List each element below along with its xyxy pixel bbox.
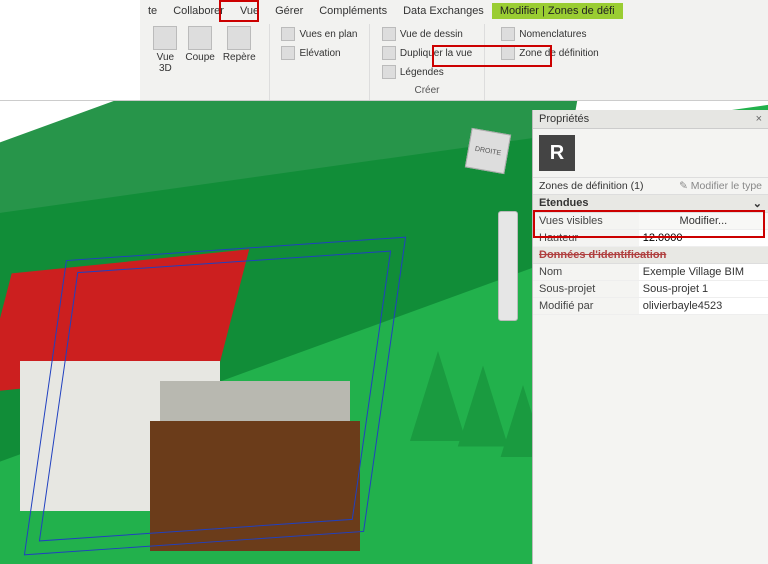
callout-icon — [227, 26, 251, 50]
ribbon: te Collaborer Vue Gérer Compléments Data… — [140, 0, 768, 100]
ribbon-group-label: Créer — [376, 85, 478, 98]
prop-value[interactable]: Exemple Village BIM — [639, 264, 768, 280]
duplicate-icon — [382, 46, 396, 60]
schedule-icon — [501, 27, 515, 41]
legend-icon — [382, 65, 396, 79]
nomenclatures-label: Nomenclatures — [519, 29, 586, 40]
coupe-button[interactable]: Coupe — [185, 26, 214, 74]
building-model — [10, 251, 290, 471]
viewcube[interactable]: DROITE — [465, 128, 511, 174]
hauteur-input[interactable] — [643, 232, 764, 244]
prop-label: Sous-projet — [533, 281, 639, 297]
properties-palette: Propriétés × R Zones de définition (1) ✎… — [532, 110, 768, 564]
legendes-label: Légendes — [400, 67, 444, 78]
elevation-button[interactable]: Elévation — [279, 45, 359, 61]
vue-dessin-label: Vue de dessin — [400, 29, 463, 40]
prop-label: Modifié par — [533, 298, 639, 314]
menu-tab[interactable]: te — [140, 3, 165, 19]
vue3d-button[interactable]: Vue 3D — [153, 26, 177, 74]
dupliquer-button[interactable]: Dupliquer la vue — [380, 45, 474, 61]
house3d-icon — [153, 26, 177, 50]
section-header: Données d'identification — [539, 249, 666, 261]
elevation-label: Elévation — [299, 48, 340, 59]
zone-definition-label: Zone de définition — [519, 48, 599, 59]
drafting-icon — [382, 27, 396, 41]
prop-label: Vues visibles — [533, 213, 639, 229]
menu-tab[interactable]: Collaborer — [165, 3, 232, 19]
vue3d-label: Vue 3D — [157, 52, 174, 74]
menu-tabs: te Collaborer Vue Gérer Compléments Data… — [140, 0, 768, 22]
menu-tab-contextual[interactable]: Modifier | Zones de défi — [492, 3, 623, 19]
scopebox-icon — [501, 46, 515, 60]
elevation-icon — [281, 46, 295, 60]
type-selector[interactable]: Zones de définition (1) — [539, 180, 643, 192]
prop-value: olivierbayle4523 — [639, 298, 768, 314]
vues-en-plan-button[interactable]: Vues en plan — [279, 26, 359, 42]
prop-label: Nom — [533, 264, 639, 280]
palette-header: R — [533, 129, 768, 177]
ribbon-body: Vue 3D Coupe Repère Vues en plan Elévati… — [140, 22, 768, 100]
vue-dessin-button[interactable]: Vue de dessin — [380, 26, 474, 42]
dupliquer-label: Dupliquer la vue — [400, 48, 472, 59]
planview-icon — [281, 27, 295, 41]
section-header: Etendues — [539, 197, 589, 210]
navigation-bar[interactable] — [498, 211, 518, 321]
edit-type-button[interactable]: ✎ Modifier le type — [679, 180, 762, 192]
vues-visibles-button[interactable]: Modifier... — [639, 213, 768, 229]
prop-value[interactable]: Sous-projet 1 — [639, 281, 768, 297]
prop-label: Hauteur — [533, 230, 639, 246]
palette-title: Propriétés — [539, 113, 589, 125]
menu-tab[interactable]: Compléments — [311, 3, 395, 19]
vues-en-plan-label: Vues en plan — [299, 29, 357, 40]
edit-type-label: Modifier le type — [691, 180, 762, 192]
repere-button[interactable]: Repère — [223, 26, 256, 74]
extension — [150, 421, 360, 551]
menu-tab[interactable]: Data Exchanges — [395, 3, 492, 19]
menu-tab-vue[interactable]: Vue — [232, 3, 267, 19]
repere-label: Repère — [223, 52, 256, 63]
coupe-label: Coupe — [185, 52, 214, 63]
revit-logo-icon: R — [539, 135, 575, 171]
nomenclatures-button[interactable]: Nomenclatures — [499, 26, 601, 42]
section-icon — [188, 26, 212, 50]
menu-tab[interactable]: Gérer — [267, 3, 311, 19]
close-icon[interactable]: × — [756, 113, 762, 125]
legendes-button[interactable]: Légendes — [380, 64, 474, 80]
expand-icon[interactable]: ⌄ — [753, 197, 762, 210]
zone-definition-button[interactable]: Zone de définition — [499, 45, 601, 61]
